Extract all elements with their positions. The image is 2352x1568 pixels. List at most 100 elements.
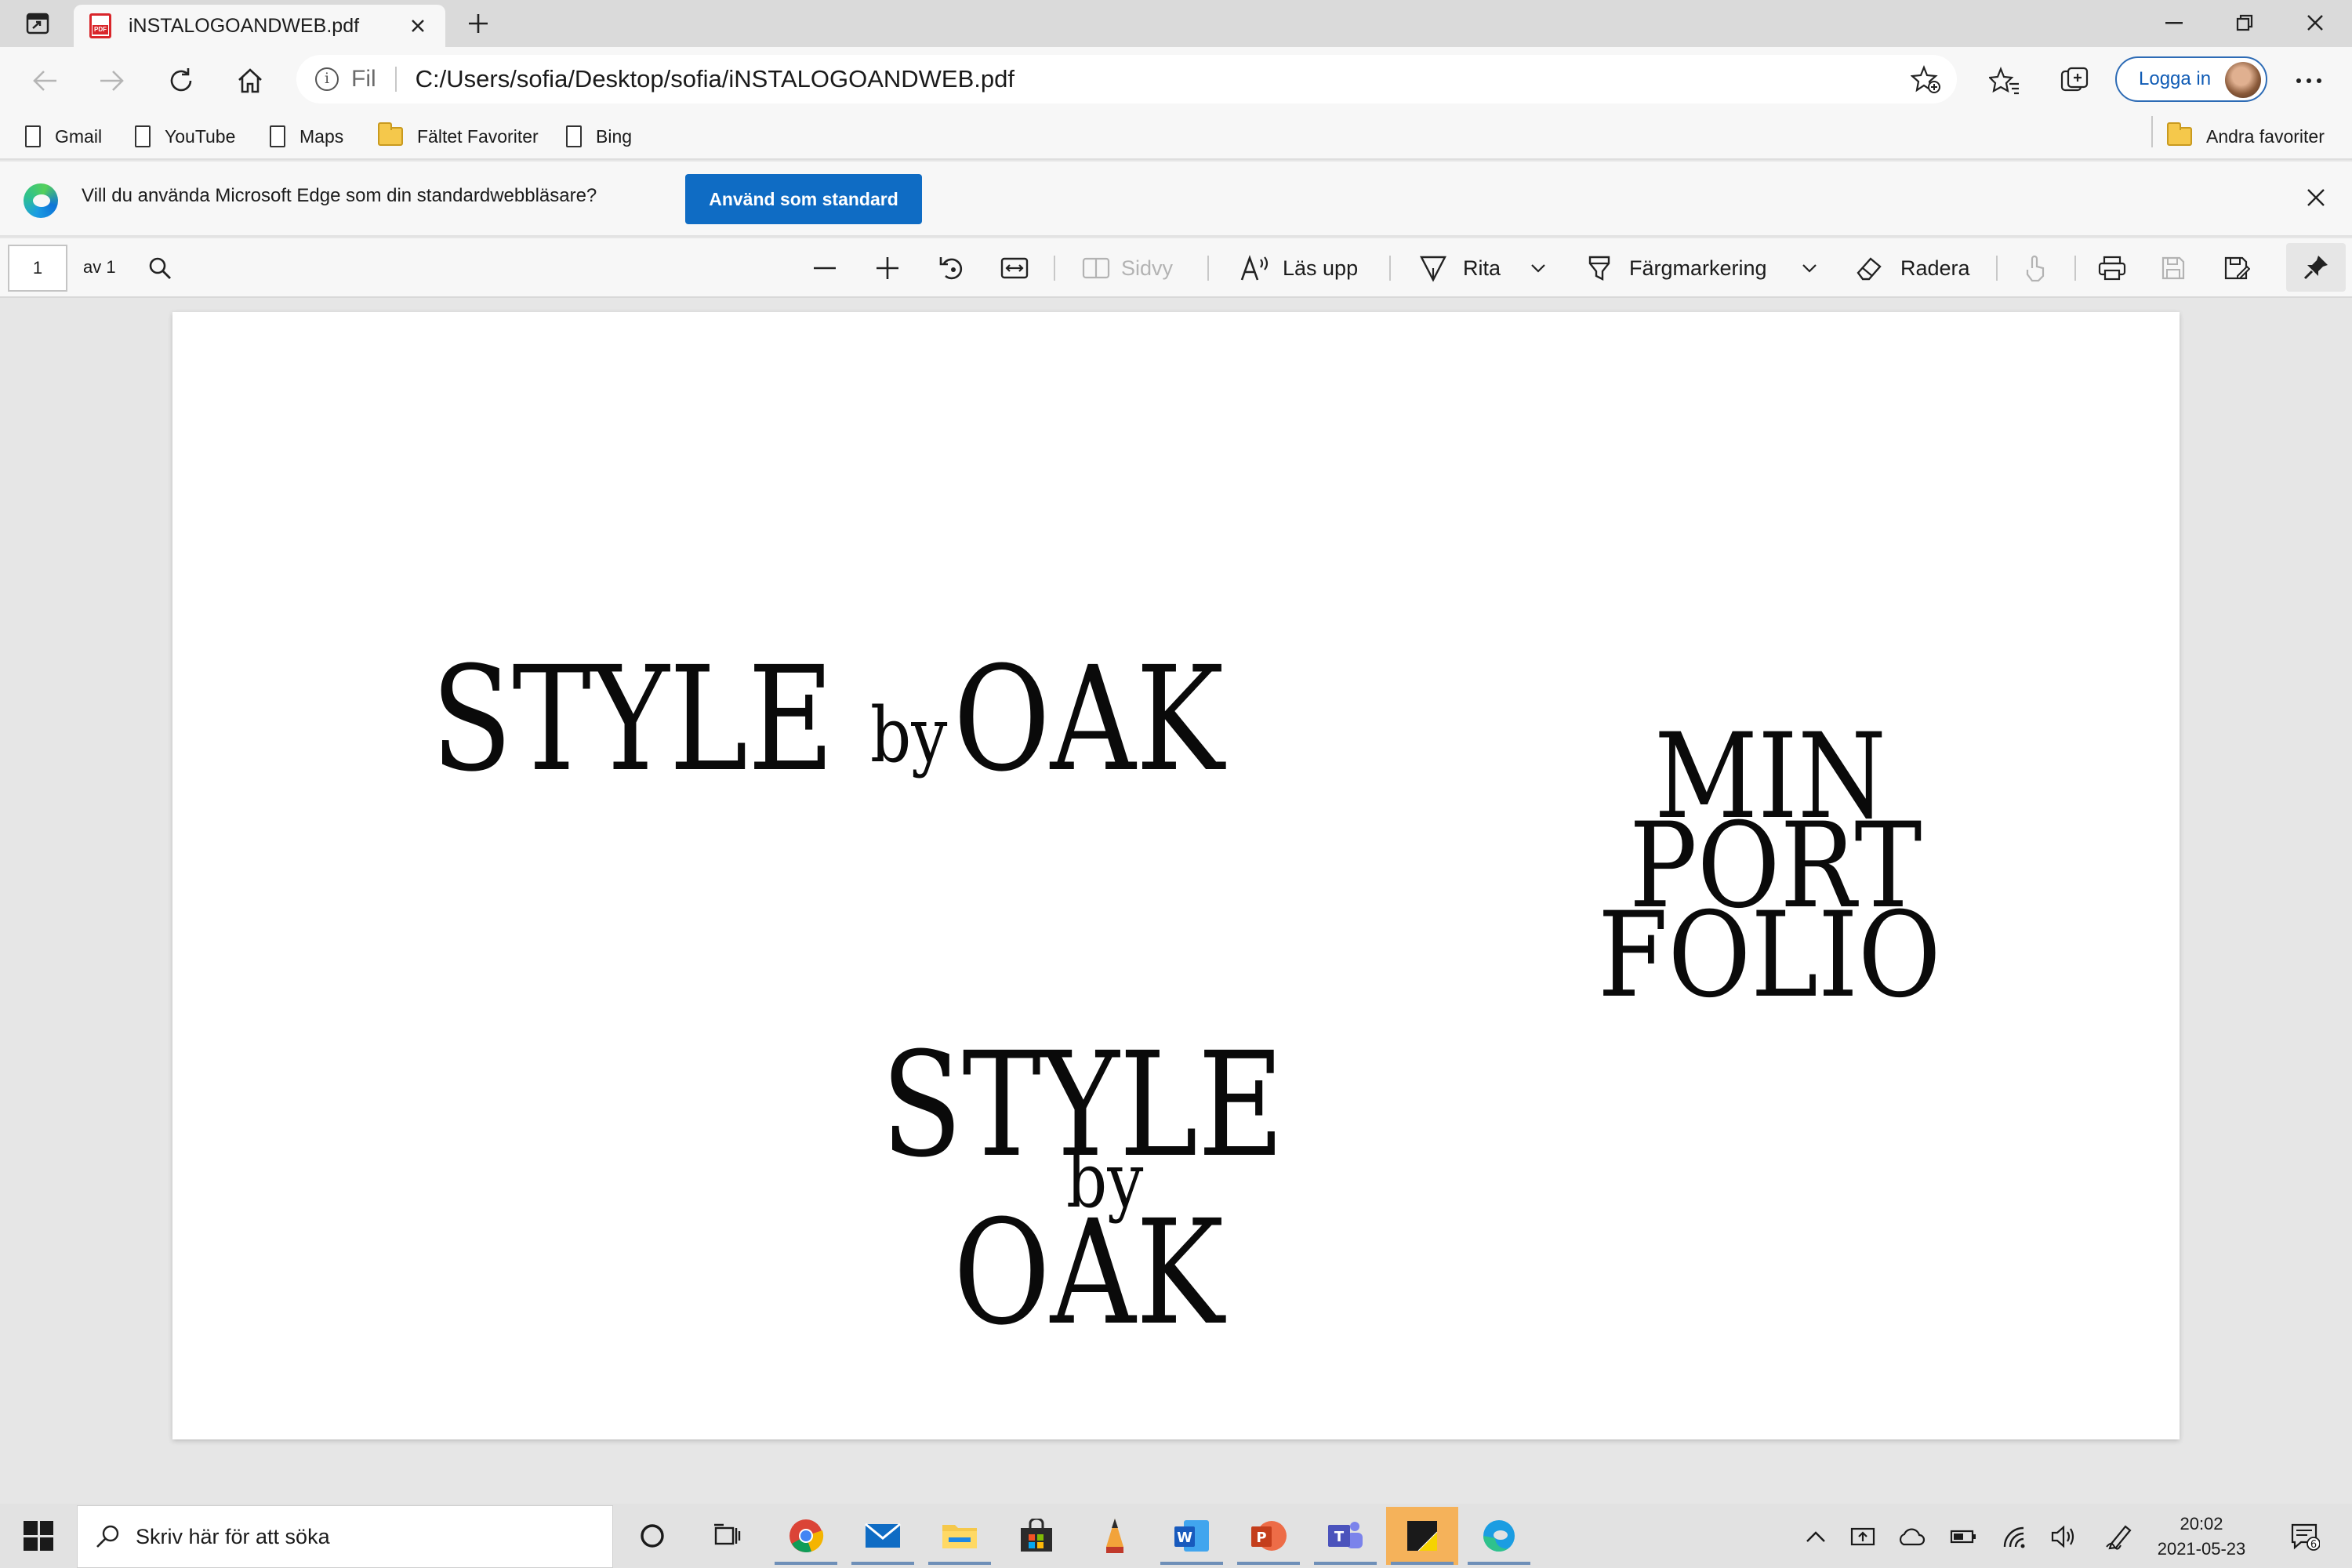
zoom-out-button[interactable]	[812, 249, 837, 287]
favorite-folder-faltet[interactable]: Fältet Favoriter	[378, 119, 539, 154]
tray-wifi-icon[interactable]	[1999, 1521, 2031, 1552]
minimize-button[interactable]	[2139, 0, 2209, 45]
tab-close-icon[interactable]	[406, 14, 430, 38]
page-icon	[566, 125, 582, 147]
teams-app[interactable]: T	[1309, 1507, 1381, 1565]
url-text[interactable]: C:/Users/sofia/Desktop/sofia/iNSTALOGOAN…	[416, 65, 1902, 93]
pencil-app[interactable]	[1079, 1507, 1151, 1565]
zoom-in-button[interactable]	[875, 249, 900, 287]
sticky-notes-app[interactable]	[1386, 1507, 1458, 1565]
favorite-youtube[interactable]: YouTube	[135, 119, 235, 154]
tab-active[interactable]: iNSTALOGOANDWEB.pdf	[74, 5, 445, 47]
more-icon	[2296, 78, 2321, 83]
rotate-button[interactable]	[938, 249, 966, 287]
minimize-icon	[2165, 22, 2183, 24]
file-explorer-app[interactable]	[924, 1507, 996, 1565]
store-app[interactable]	[1000, 1507, 1073, 1565]
print-button[interactable]	[2098, 249, 2126, 287]
highlight-options-dropdown[interactable]	[1802, 249, 1817, 287]
new-tab-button[interactable]	[461, 8, 495, 39]
favorites-button[interactable]	[1985, 61, 2024, 100]
fit-width-icon	[1000, 257, 1029, 279]
save-button[interactable]	[2161, 249, 2186, 287]
page-number-input[interactable]: 1	[8, 245, 67, 292]
favorite-maps[interactable]: Maps	[270, 119, 343, 154]
favorite-label: Bing	[596, 125, 633, 147]
tab-actions-button[interactable]	[20, 8, 55, 39]
task-view-button[interactable]	[691, 1507, 764, 1565]
powerpoint-app[interactable]: P	[1232, 1507, 1305, 1565]
windows-start-button[interactable]	[24, 1521, 53, 1551]
address-bar[interactable]: i Fil C:/Users/sofia/Desktop/sofia/iNSTA…	[296, 55, 1957, 103]
forward-button[interactable]	[93, 61, 132, 100]
sticky-notes-icon	[1407, 1521, 1438, 1552]
settings-more-button[interactable]	[2289, 61, 2328, 100]
touch-icon	[2026, 255, 2045, 282]
info-icon[interactable]: i	[315, 67, 339, 91]
tray-pen-icon[interactable]	[2104, 1521, 2136, 1552]
fit-width-button[interactable]	[1000, 249, 1029, 287]
infobar-close-button[interactable]	[2300, 182, 2332, 213]
stacked-word-oak: OAK	[953, 1189, 1225, 1357]
draw-label: Rita	[1463, 256, 1501, 280]
back-button[interactable]	[25, 61, 64, 100]
page-icon	[270, 125, 285, 147]
home-button[interactable]	[230, 61, 270, 100]
logo-word-style: STYLE	[431, 636, 834, 804]
show-hidden-icons-button[interactable]	[1800, 1521, 1831, 1552]
set-default-button[interactable]: Använd som standard	[685, 174, 922, 224]
login-button[interactable]: Logga in	[2115, 56, 2267, 102]
file-explorer-icon	[942, 1525, 977, 1548]
cortana-button[interactable]	[616, 1507, 688, 1565]
pdf-toolbar: 1 av 1 Sidvy Läs upp Rita Färgmarkering	[0, 238, 2352, 298]
search-placeholder: Skriv här för att söka	[136, 1524, 330, 1548]
erase-button[interactable]: Radera	[1855, 249, 1970, 287]
minus-icon	[814, 267, 836, 270]
pencil-app-icon	[1106, 1519, 1123, 1553]
restore-icon	[2236, 14, 2253, 31]
highlight-button[interactable]: Färgmarkering	[1585, 249, 1767, 287]
mail-app[interactable]	[847, 1507, 919, 1565]
taskbar-search-box[interactable]: Skriv här för att söka	[77, 1505, 613, 1568]
save-as-button[interactable]	[2223, 249, 2250, 287]
highlight-label: Färgmarkering	[1629, 256, 1767, 280]
powerpoint-icon: P	[1251, 1521, 1287, 1551]
tray-projection-icon[interactable]	[1847, 1521, 1878, 1552]
clock-time: 20:02	[2180, 1514, 2223, 1534]
find-button[interactable]	[147, 249, 172, 287]
draw-options-dropdown[interactable]	[1530, 249, 1546, 287]
word-app[interactable]: W	[1156, 1507, 1228, 1565]
add-favorite-button[interactable]	[1902, 60, 1949, 99]
favorite-gmail[interactable]: Gmail	[25, 119, 102, 154]
other-favorites[interactable]: Andra favoriter	[2167, 119, 2325, 154]
logo-word-by: by	[870, 691, 948, 779]
favorites-list-icon	[1989, 67, 2019, 95]
tray-battery-icon[interactable]	[1947, 1521, 1979, 1552]
restore-button[interactable]	[2209, 0, 2280, 45]
favorite-bing[interactable]: Bing	[566, 119, 632, 154]
wifi-icon	[2003, 1526, 2025, 1548]
notification-icon: 6	[2291, 1523, 2320, 1551]
tab-title: iNSTALOGOANDWEB.pdf	[129, 14, 360, 37]
edge-app[interactable]	[1463, 1507, 1535, 1565]
portfolio-line-3: FOLIO	[1598, 887, 1941, 1024]
tray-volume-icon[interactable]	[2048, 1521, 2079, 1552]
page-view-button[interactable]: Sidvy	[1082, 249, 1173, 287]
collections-button[interactable]	[2056, 61, 2095, 100]
infobar-message: Vill du använda Microsoft Edge som din s…	[82, 185, 597, 206]
save-icon	[2161, 256, 2185, 280]
tray-onedrive-icon[interactable]	[1896, 1521, 1927, 1552]
touch-mode-button[interactable]	[2023, 249, 2048, 287]
chrome-app[interactable]	[770, 1507, 842, 1565]
refresh-button[interactable]	[162, 61, 201, 100]
address-divider	[394, 67, 397, 92]
action-center-button[interactable]: 6	[2281, 1521, 2328, 1552]
taskbar-clock[interactable]: 20:02 2021-05-23	[2154, 1512, 2249, 1562]
home-icon	[238, 68, 262, 93]
draw-button[interactable]: Rita	[1419, 249, 1501, 287]
edge-logo-icon	[24, 183, 58, 218]
collections-icon	[2060, 67, 2089, 92]
read-aloud-button[interactable]: Läs upp	[1240, 249, 1358, 287]
pin-toolbar-button[interactable]	[2286, 243, 2346, 292]
close-window-button[interactable]	[2280, 0, 2350, 45]
